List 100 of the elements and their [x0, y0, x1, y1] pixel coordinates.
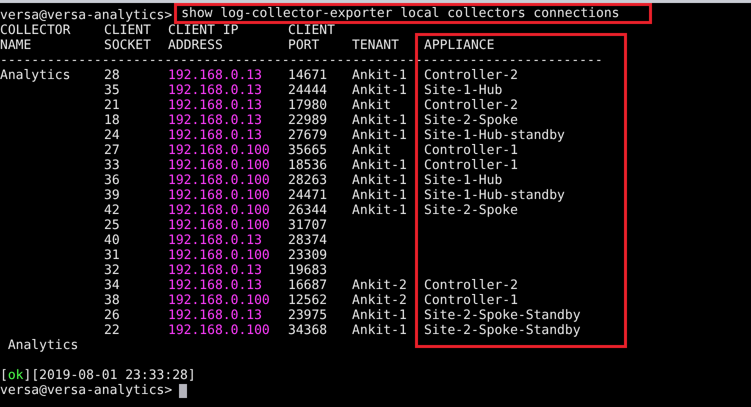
- appliance-cell-text: Controller-2: [424, 278, 519, 293]
- port-cell-text: 31707: [288, 218, 328, 233]
- ip-address-cell-text: 192.168.0.100: [168, 248, 271, 263]
- port-cell-text: 26344: [288, 203, 328, 218]
- ip-address-cell-text: 192.168.0.100: [168, 323, 271, 338]
- socket-cell-text: 40: [104, 233, 121, 248]
- socket-cell-text: 38: [104, 293, 121, 308]
- tenant-cell-text: Ankit-1: [352, 308, 408, 323]
- port-cell-text: 24444: [288, 83, 328, 98]
- column-header: SOCKET: [104, 38, 152, 53]
- column-header: CLIENT: [104, 23, 152, 38]
- ip-address-cell-text: 192.168.0.13: [168, 113, 263, 128]
- port-cell-text: 16687: [288, 278, 328, 293]
- port-cell-text: 18536: [288, 158, 328, 173]
- appliance-cell-text: Site-1-Hub: [424, 173, 504, 188]
- tenant-cell-text: Ankit-1: [352, 128, 408, 143]
- cursor-icon: [179, 384, 188, 398]
- socket-cell-text: 21: [104, 98, 121, 113]
- shell-prompt: versa@versa-analytics>: [0, 8, 172, 23]
- ip-address-cell-text: 192.168.0.100: [168, 203, 271, 218]
- appliance-cell-text: Site-1-Hub-standby: [424, 188, 566, 203]
- column-header: TENANT: [352, 38, 400, 53]
- ip-address-cell-text: 192.168.0.13: [168, 308, 263, 323]
- tenant-cell-text: Ankit-1: [352, 158, 408, 173]
- tenant-cell-text: Ankit-1: [352, 113, 408, 128]
- column-header: ADDRESS: [168, 38, 224, 53]
- ip-address-cell-text: 192.168.0.13: [168, 68, 263, 83]
- appliance-cell-text: Site-1-Hub: [424, 83, 504, 98]
- command-text: show log-collector-exporter local collectors connections: [181, 6, 620, 21]
- port-cell-text: 12562: [288, 293, 328, 308]
- tenant-cell-text: Ankit-1: [352, 173, 408, 188]
- port-cell-text: 28263: [288, 173, 328, 188]
- socket-cell-text: 22: [104, 323, 121, 338]
- appliance-cell-text: Site-2-Spoke: [424, 203, 519, 218]
- tenant-cell-text: Ankit-2: [352, 278, 408, 293]
- ip-address-cell-text: 192.168.0.100: [168, 143, 271, 158]
- ip-address-cell-text: 192.168.0.100: [168, 293, 271, 308]
- socket-cell-text: 34: [104, 278, 121, 293]
- socket-cell-text: 31: [104, 248, 121, 263]
- tenant-cell-text: Ankit-1: [352, 188, 408, 203]
- socket-cell-text: 26: [104, 308, 121, 323]
- appliance-cell-text: Site-2-Spoke: [424, 113, 519, 128]
- ip-address-cell-text: 192.168.0.100: [168, 188, 271, 203]
- appliance-cell-text: Controller-1: [424, 158, 519, 173]
- appliance-cell-text: Controller-2: [424, 98, 519, 113]
- ip-address-cell-text: 192.168.0.13: [168, 233, 263, 248]
- tenant-cell-text: Ankit-1: [352, 68, 408, 83]
- port-cell-text: 17980: [288, 98, 328, 113]
- port-cell-text: 28374: [288, 233, 328, 248]
- port-cell-text: 27679: [288, 128, 328, 143]
- separator-line: -----------------------------------------------------------------------------: [0, 53, 603, 68]
- status-line: [ok][2019-08-01 23:33:28]: [0, 368, 196, 383]
- socket-cell-text: 35: [104, 83, 121, 98]
- socket-cell-text: 28: [104, 68, 121, 83]
- ip-address-cell-text: 192.168.0.13: [168, 98, 263, 113]
- ip-address-cell-text: 192.168.0.13: [168, 263, 263, 278]
- collector-name: Analytics: [6, 338, 78, 353]
- column-header: CLIENT IP: [168, 23, 240, 38]
- socket-cell-text: 25: [104, 218, 121, 233]
- column-header: APPLIANCE: [424, 38, 496, 53]
- column-header: NAME: [0, 38, 32, 53]
- port-cell-text: 14671: [288, 68, 328, 83]
- port-cell-text: 24471: [288, 188, 328, 203]
- socket-cell-text: 36: [104, 173, 121, 188]
- ip-address-cell-text: 192.168.0.100: [168, 173, 271, 188]
- socket-cell-text: 33: [104, 158, 121, 173]
- port-cell-text: 19683: [288, 263, 328, 278]
- shell-prompt: versa@versa-analytics>: [0, 383, 172, 398]
- socket-cell-text: 18: [104, 113, 121, 128]
- port-cell-text: 22989: [288, 113, 328, 128]
- socket-cell-text: 32: [104, 263, 121, 278]
- appliance-cell-text: Site-2-Spoke-Standby: [424, 308, 582, 323]
- column-header: PORT: [288, 38, 320, 53]
- socket-cell-text: 42: [104, 203, 121, 218]
- appliance-cell-text: Site-1-Hub-standby: [424, 128, 566, 143]
- socket-cell-text: 27: [104, 143, 121, 158]
- ip-address-cell-text: 192.168.0.13: [168, 278, 263, 293]
- column-header: CLIENT: [288, 23, 336, 38]
- appliance-cell-text: Site-2-Spoke-Standby: [424, 323, 582, 338]
- socket-cell-text: 39: [104, 188, 121, 203]
- ip-address-cell-text: 192.168.0.100: [168, 158, 271, 173]
- appliance-cell-text: Controller-1: [424, 143, 519, 158]
- collector-name: Analytics: [0, 68, 72, 83]
- ip-address-cell-text: 192.168.0.100: [168, 218, 271, 233]
- port-cell-text: 23975: [288, 308, 328, 323]
- ip-address-cell-text: 192.168.0.13: [168, 128, 263, 143]
- tenant-cell-text: Ankit-1: [352, 203, 408, 218]
- tenant-cell-text: Ankit-1: [352, 323, 408, 338]
- appliance-cell-text: Controller-1: [424, 293, 519, 308]
- socket-cell-text: 24: [104, 128, 121, 143]
- port-cell-text: 23309: [288, 248, 328, 263]
- tenant-cell-text: Ankit: [352, 143, 392, 158]
- tenant-cell-text: Ankit-2: [352, 293, 408, 308]
- appliance-cell-text: Controller-2: [424, 68, 519, 83]
- tenant-cell-text: Ankit: [352, 98, 392, 113]
- port-cell-text: 34368: [288, 323, 328, 338]
- column-header: COLLECTOR: [0, 23, 72, 38]
- port-cell-text: 35665: [288, 143, 328, 158]
- tenant-cell-text: Ankit-1: [352, 83, 408, 98]
- ip-address-cell-text: 192.168.0.13: [168, 83, 263, 98]
